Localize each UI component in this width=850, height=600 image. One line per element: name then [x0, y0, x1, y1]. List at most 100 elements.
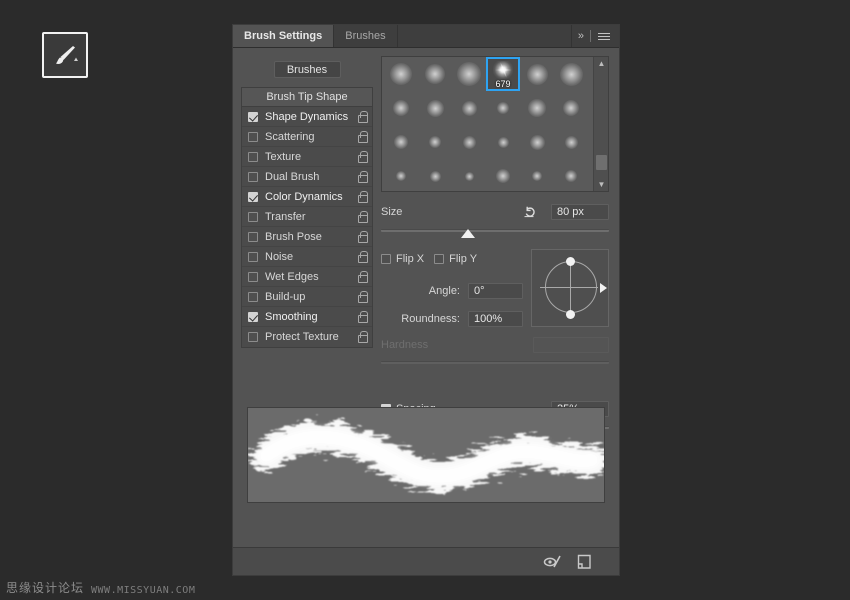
- angle-input[interactable]: 0°: [468, 283, 523, 299]
- brush-thumbnail[interactable]: [452, 91, 486, 125]
- reset-arrow-icon[interactable]: [523, 205, 537, 219]
- option-brush-pose[interactable]: Brush Pose: [242, 227, 372, 247]
- size-input[interactable]: 80 px: [551, 204, 609, 220]
- tab-brushes-label: Brushes: [345, 30, 385, 42]
- checkbox-noise[interactable]: [248, 252, 258, 262]
- tabbar-spacer: [398, 25, 572, 47]
- brush-thumbnail[interactable]: [418, 91, 452, 125]
- option-texture[interactable]: Texture: [242, 147, 372, 167]
- option-noise[interactable]: Noise: [242, 247, 372, 267]
- brush-tool-button[interactable]: [42, 32, 88, 78]
- checkbox-color-dynamics[interactable]: [248, 192, 258, 202]
- brush-thumbnail[interactable]: [384, 57, 418, 91]
- tab-brush-settings[interactable]: Brush Settings: [233, 25, 334, 47]
- brush-grid-scrollbar[interactable]: ▲ ▼: [593, 57, 608, 191]
- checkbox-brush-pose[interactable]: [248, 232, 258, 242]
- size-slider-thumb[interactable]: [461, 229, 475, 238]
- checkbox-smoothing[interactable]: [248, 312, 258, 322]
- option-color-dynamics[interactable]: Color Dynamics: [242, 187, 372, 207]
- scrollbar-thumb[interactable]: [596, 155, 607, 170]
- brush-thumbnail[interactable]: [452, 125, 486, 159]
- brush-thumbnail[interactable]: [486, 91, 520, 125]
- checkbox-shape-dynamics[interactable]: [248, 112, 258, 122]
- option-build-up[interactable]: Build-up: [242, 287, 372, 307]
- checkbox-wet-edges[interactable]: [248, 272, 258, 282]
- collapse-panel-icon[interactable]: »: [578, 30, 583, 42]
- brush-thumbnail[interactable]: [452, 159, 486, 191]
- option-wet-edges[interactable]: Wet Edges: [242, 267, 372, 287]
- checkbox-transfer[interactable]: [248, 212, 258, 222]
- hamburger-menu-icon[interactable]: [598, 33, 610, 40]
- hardness-slider: [381, 357, 609, 371]
- lock-icon[interactable]: [356, 171, 367, 183]
- option-smoothing[interactable]: Smoothing: [242, 307, 372, 327]
- brush-thumbnail[interactable]: [520, 125, 554, 159]
- option-scattering[interactable]: Scattering: [242, 127, 372, 147]
- brush-tip-shape-header[interactable]: Brush Tip Shape: [242, 88, 372, 107]
- brush-thumbnails[interactable]: 679: [382, 57, 593, 191]
- option-shape-dynamics[interactable]: Shape Dynamics: [242, 107, 372, 127]
- lock-icon[interactable]: [356, 291, 367, 303]
- lock-icon[interactable]: [356, 231, 367, 243]
- checkbox-protect-texture[interactable]: [248, 332, 258, 342]
- brush-thumbnail[interactable]: [418, 159, 452, 191]
- brush-thumbnail[interactable]: [520, 159, 554, 191]
- lock-icon[interactable]: [356, 251, 367, 263]
- size-slider[interactable]: [381, 225, 609, 239]
- brushes-button[interactable]: Brushes: [274, 61, 341, 78]
- brush-thumbnail[interactable]: [554, 57, 588, 91]
- checkbox-build-up[interactable]: [248, 292, 258, 302]
- lock-icon[interactable]: [356, 211, 367, 223]
- lock-icon[interactable]: [356, 311, 367, 323]
- brush-thumbnail[interactable]: [554, 159, 588, 191]
- brush-thumbnail[interactable]: [554, 125, 588, 159]
- brush-thumbnail[interactable]: [486, 159, 520, 191]
- angle-value: 0°: [474, 285, 485, 297]
- lock-icon[interactable]: [356, 131, 367, 143]
- brush-thumbnail[interactable]: [554, 91, 588, 125]
- lock-icon[interactable]: [356, 271, 367, 283]
- checkbox-dual-brush[interactable]: [248, 172, 258, 182]
- checkbox-flip-y[interactable]: [434, 254, 444, 264]
- option-label: Noise: [265, 251, 356, 263]
- brush-thumbnail-image: [527, 64, 548, 85]
- lock-icon[interactable]: [356, 191, 367, 203]
- tab-brushes[interactable]: Brushes: [334, 25, 397, 47]
- roundness-handle-bottom[interactable]: [566, 310, 575, 319]
- brush-thumbnail[interactable]: [384, 91, 418, 125]
- brush-options-list: Brush Tip Shape Shape Dynamics Scatterin…: [241, 87, 373, 348]
- roundness-input[interactable]: 100%: [468, 311, 523, 327]
- brush-thumbnail[interactable]: [418, 57, 452, 91]
- chevron-up-icon[interactable]: ▲: [594, 57, 609, 70]
- panel-tools: »: [572, 25, 619, 47]
- option-transfer[interactable]: Transfer: [242, 207, 372, 227]
- size-value: 80 px: [557, 206, 584, 218]
- lock-icon[interactable]: [356, 151, 367, 163]
- brush-thumbnail-image: [565, 136, 578, 149]
- brush-thumbnail[interactable]: [418, 125, 452, 159]
- flip-row: Flip X Flip Y: [381, 249, 523, 269]
- chevron-down-icon[interactable]: ▼: [594, 178, 609, 191]
- brush-thumbnail[interactable]: [384, 125, 418, 159]
- brush-thumbnail-selected[interactable]: 679: [486, 57, 520, 91]
- new-brush-icon[interactable]: [577, 554, 595, 570]
- checkbox-flip-x[interactable]: [381, 254, 391, 264]
- brush-thumbnail[interactable]: [452, 57, 486, 91]
- brush-thumbnail[interactable]: [384, 159, 418, 191]
- brush-thumbnail-image: [390, 63, 412, 85]
- roundness-handle-top[interactable]: [566, 257, 575, 266]
- angle-label: Angle:: [429, 285, 460, 297]
- checkbox-scattering[interactable]: [248, 132, 258, 142]
- option-label: Shape Dynamics: [265, 111, 356, 123]
- angle-arrow-icon[interactable]: [600, 283, 607, 293]
- option-protect-texture[interactable]: Protect Texture: [242, 327, 372, 347]
- option-dual-brush[interactable]: Dual Brush: [242, 167, 372, 187]
- lock-icon[interactable]: [356, 331, 367, 343]
- brush-thumbnail[interactable]: [486, 125, 520, 159]
- brush-toggle-icon[interactable]: [543, 554, 561, 570]
- checkbox-texture[interactable]: [248, 152, 258, 162]
- angle-roundness-widget[interactable]: [531, 249, 609, 327]
- brush-thumbnail[interactable]: [520, 57, 554, 91]
- brush-thumbnail[interactable]: [520, 91, 554, 125]
- lock-icon[interactable]: [356, 111, 367, 123]
